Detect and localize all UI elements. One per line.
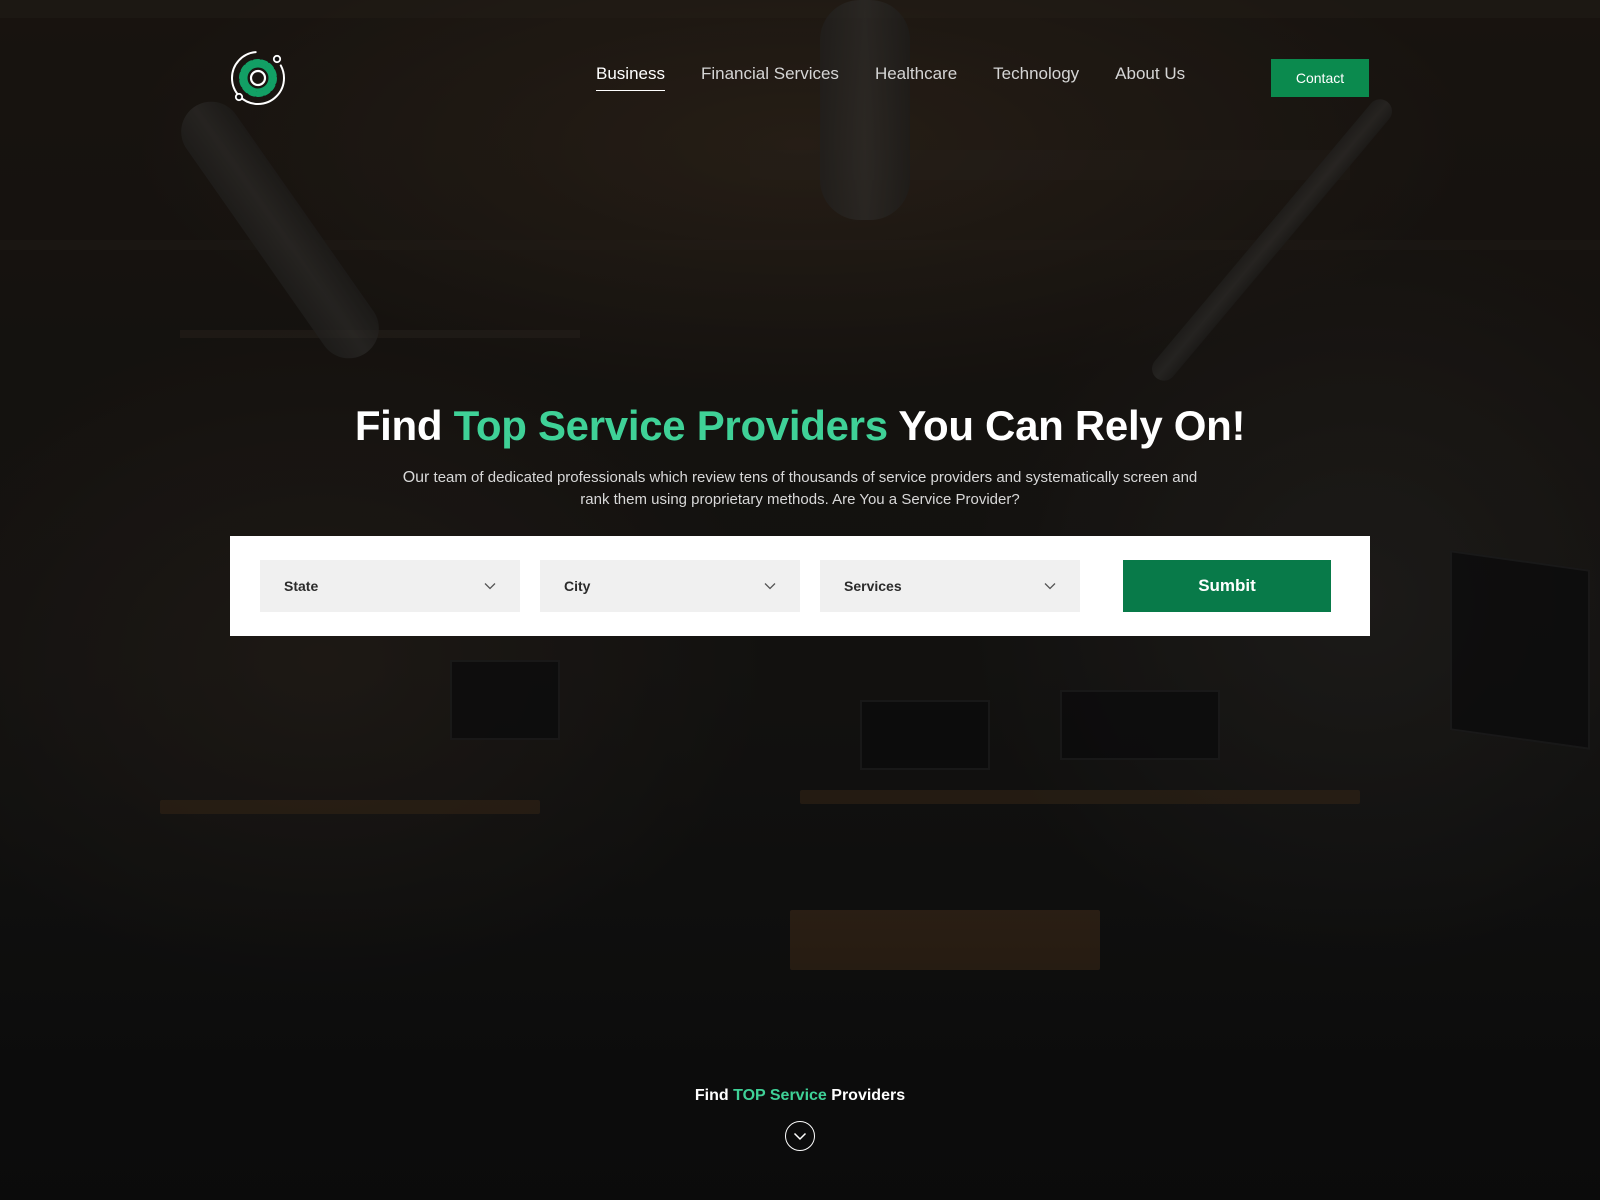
gear-orbit-logo-icon[interactable] xyxy=(228,48,288,108)
provider-search-form: State City Services Sumbit xyxy=(230,536,1370,636)
scroll-cta-suffix: Providers xyxy=(831,1087,906,1104)
services-select-label: Services xyxy=(844,578,902,594)
chevron-down-icon xyxy=(793,1132,807,1140)
hero-title-accent: Top Service Providers xyxy=(453,402,888,449)
main-nav: Business Financial Services Healthcare T… xyxy=(596,64,1185,91)
nav-healthcare[interactable]: Healthcare xyxy=(875,64,957,91)
chevron-down-icon xyxy=(1044,583,1056,590)
state-select-label: State xyxy=(284,578,319,594)
chevron-down-icon xyxy=(484,583,496,590)
hero-subtitle-lead: Our xyxy=(402,469,430,486)
hero-subtitle: Our team of dedicated professionals whic… xyxy=(390,467,1210,511)
hero-title: Find Top Service Providers You Can Rely … xyxy=(0,402,1600,450)
hero-title-part1: Find xyxy=(354,402,443,449)
nav-about-us[interactable]: About Us xyxy=(1115,64,1185,91)
contact-button[interactable]: Contact xyxy=(1271,59,1369,97)
scroll-cta-text: Find TOP Service Providers xyxy=(0,1087,1600,1105)
nav-financial-services[interactable]: Financial Services xyxy=(701,64,839,91)
scroll-cta-accent: TOP Service xyxy=(733,1087,827,1104)
nav-business[interactable]: Business xyxy=(596,64,665,91)
services-select[interactable]: Services xyxy=(820,560,1080,612)
city-select[interactable]: City xyxy=(540,560,800,612)
scroll-cta-prefix: Find xyxy=(694,1087,729,1104)
nav-technology[interactable]: Technology xyxy=(993,64,1079,91)
submit-button[interactable]: Sumbit xyxy=(1123,560,1331,612)
hero-title-part2: You Can Rely On! xyxy=(898,402,1246,449)
hero-subtitle-rest: team of dedicated professionals which re… xyxy=(433,469,1198,508)
city-select-label: City xyxy=(564,578,591,594)
site-header: Business Financial Services Healthcare T… xyxy=(0,0,1600,150)
state-select[interactable]: State xyxy=(260,560,520,612)
circle-chevron-down-icon[interactable] xyxy=(785,1121,815,1151)
chevron-down-icon xyxy=(764,583,776,590)
